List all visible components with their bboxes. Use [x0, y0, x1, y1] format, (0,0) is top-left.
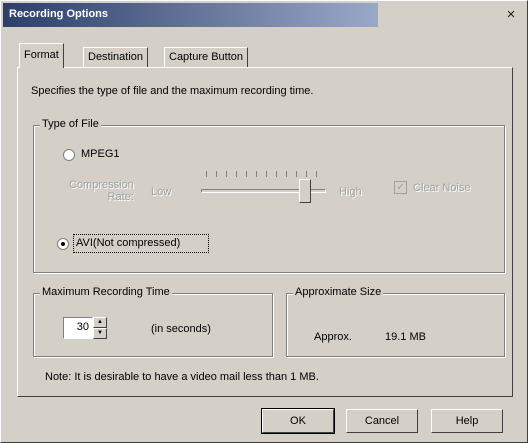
format-description: Specifies the type of file and the maxim… — [31, 85, 314, 97]
max-time-input[interactable]: 30 — [63, 317, 93, 339]
tab-destination-label: Destination — [88, 51, 144, 63]
tab-destination[interactable]: Destination — [83, 47, 149, 67]
compression-slider-thumb[interactable] — [299, 179, 311, 203]
compression-low-label: Low — [151, 186, 172, 198]
approx-prefix: Approx. — [314, 331, 352, 343]
max-time-unit: (in seconds) — [151, 323, 211, 335]
tab-capture-button[interactable]: Capture Button — [164, 47, 248, 67]
recording-options-dialog: Recording Options × Destination Capture … — [0, 0, 528, 443]
tab-capture-button-label: Capture Button — [169, 51, 243, 63]
max-recording-time-label: Maximum Recording Time — [40, 286, 172, 298]
ok-button[interactable]: OK — [261, 408, 335, 434]
approximate-size-group: Approximate Size — [286, 286, 505, 357]
cancel-button[interactable]: Cancel — [346, 409, 418, 433]
compression-high-label: High — [339, 186, 362, 198]
avi-radio[interactable] — [57, 238, 69, 250]
clear-noise-checkbox[interactable]: ✓ — [394, 181, 407, 194]
help-button[interactable]: Help — [431, 409, 503, 433]
note-text: Note: It is desirable to have a video ma… — [45, 371, 319, 383]
clear-noise-label: Clear Noise — [413, 182, 471, 194]
compression-rate-label: Compression Rate: — [69, 179, 134, 203]
approx-size-value: 19.1 MB — [385, 331, 426, 343]
title-bar[interactable]: Recording Options — [3, 3, 378, 27]
approximate-size-label: Approximate Size — [293, 286, 384, 298]
close-icon[interactable]: × — [503, 7, 519, 23]
mpeg1-radio[interactable] — [63, 149, 75, 161]
tab-format-label: Format — [24, 49, 59, 61]
window-title: Recording Options — [9, 8, 108, 20]
type-of-file-label: Type of File — [40, 118, 101, 130]
mpeg1-label: MPEG1 — [81, 148, 120, 160]
tab-format[interactable]: Format — [19, 43, 64, 68]
spin-down-icon[interactable]: ▼ — [93, 328, 107, 339]
spin-up-icon[interactable]: ▲ — [93, 317, 107, 328]
avi-label: AVI(Not compressed) — [76, 237, 181, 249]
